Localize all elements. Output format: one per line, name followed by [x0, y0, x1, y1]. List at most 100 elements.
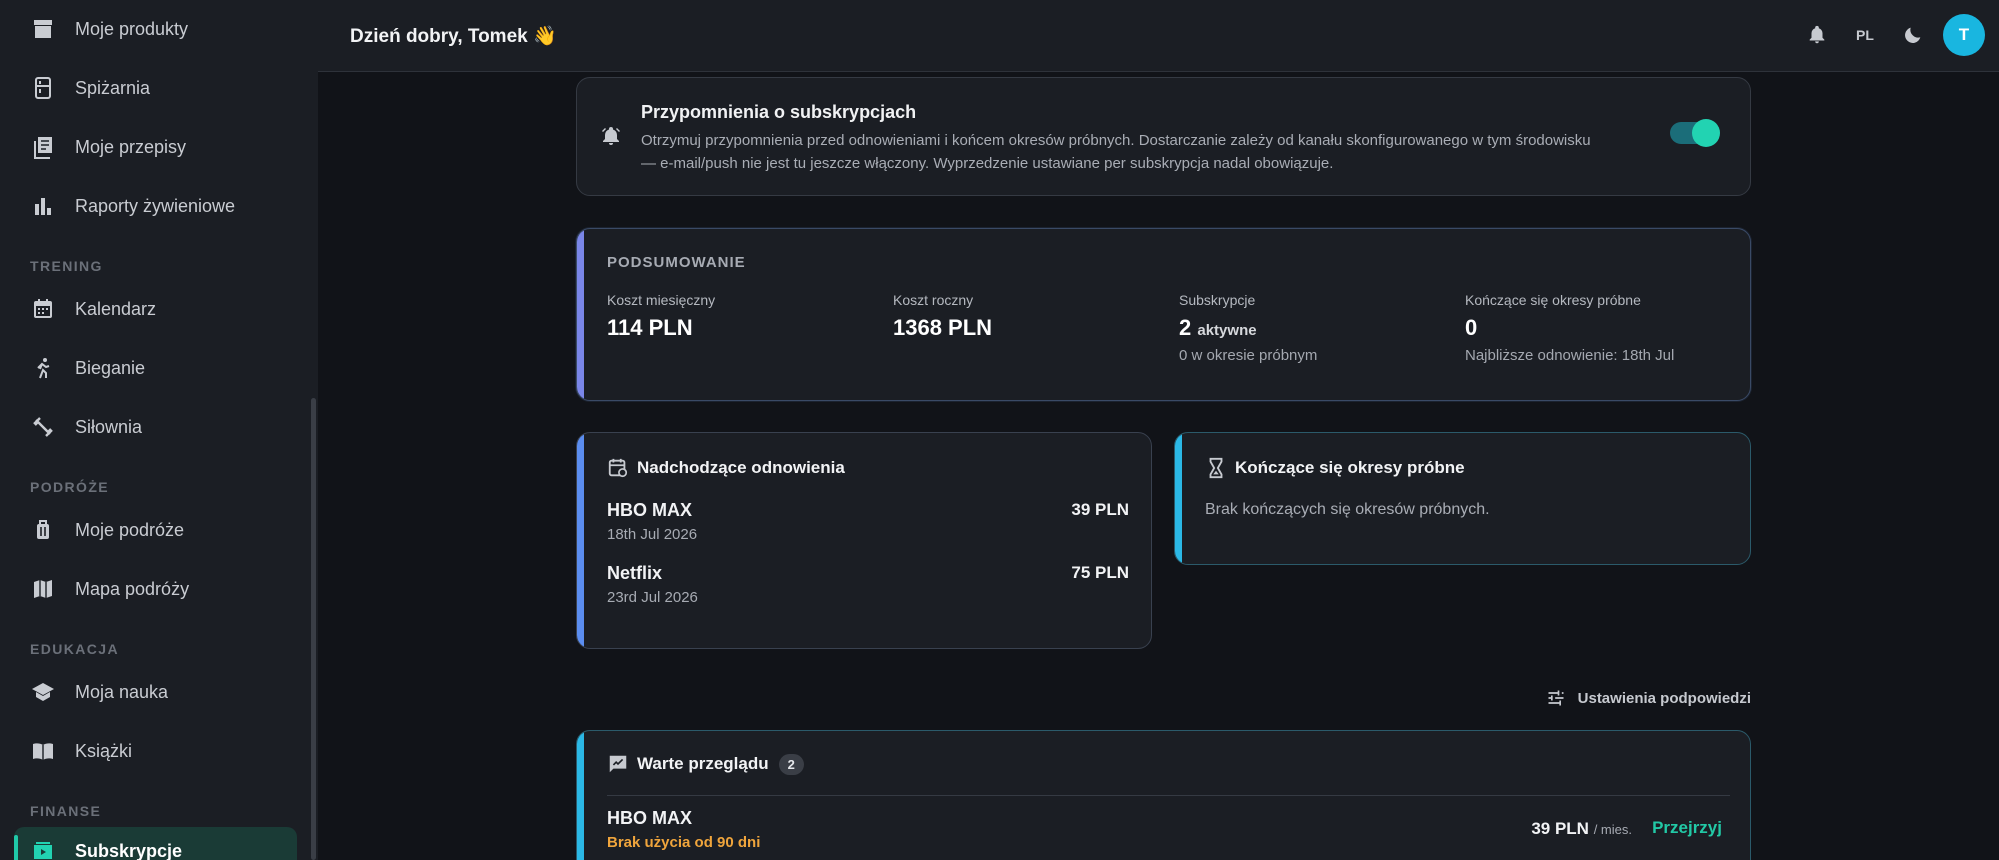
stat-label: Kończące się okresy próbne [1465, 292, 1641, 308]
theme-toggle-button[interactable] [1893, 15, 1933, 55]
sidebar-item-label: Moje podróże [75, 519, 185, 540]
reminders-title: Przypomnienia o subskrypcjach [641, 102, 917, 122]
stat-value: 2 aktywne [1179, 315, 1317, 341]
stat-label: Koszt miesięczny [607, 292, 716, 308]
price-period: / mies. [1593, 822, 1632, 837]
sidebar-scrollbar[interactable] [311, 398, 316, 860]
reminders-description: Otrzymuj przypomnienia przed odnowieniam… [641, 132, 1591, 172]
review-button[interactable]: Przejrzyj [1652, 818, 1722, 838]
archive-icon [30, 16, 56, 42]
worth-reviewing-title: Warte przeglądu [637, 754, 769, 773]
subs-active-label: aktywne [1197, 322, 1257, 339]
alarm-bell-icon [599, 124, 623, 153]
sidebar-item-learning[interactable]: Moja nauka [14, 668, 297, 716]
sidebar-item-label: Moje przepisy [75, 136, 187, 157]
book-icon [30, 738, 56, 764]
hint-settings-label: Ustawienia podpowiedzi [1577, 689, 1751, 707]
avatar[interactable]: T [1943, 14, 1985, 56]
sidebar-item-subscriptions[interactable]: Subskrypcje [14, 827, 297, 860]
renewal-row[interactable]: HBO MAX 18th Jul 2026 39 PLN [607, 500, 1129, 543]
section-title-education: EDUKACJA [30, 641, 119, 657]
subscriptions-icon [30, 838, 56, 860]
sidebar-item-label: Siłownia [75, 416, 143, 437]
sidebar-item-gym[interactable]: Siłownia [14, 403, 297, 451]
stat-value: 1368 PLN [893, 315, 993, 340]
sidebar-item-trips[interactable]: Moje podróże [14, 506, 297, 554]
renewal-price: 75 PLN [1071, 563, 1129, 582]
subscriptions-stat: Subskrypcje 2 aktywne 0 w okresie próbny… [1179, 292, 1317, 364]
subs-count: 2 [1179, 315, 1192, 340]
renewal-date: 18th Jul 2026 [607, 526, 698, 543]
renewal-row[interactable]: Netflix 23rd Jul 2026 75 PLN [607, 563, 1129, 606]
graduation-cap-icon [30, 679, 56, 705]
dumbbell-icon [30, 414, 56, 440]
notifications-button[interactable] [1797, 15, 1837, 55]
calendar-refresh-icon [608, 458, 628, 478]
sidebar-item-recipes[interactable]: Moje przepisy [14, 123, 297, 171]
top-header: Dzień dobry, Tomek 👋 PL T [318, 0, 1999, 72]
stat-value: 0 [1465, 315, 1478, 340]
pantry-icon [30, 75, 56, 101]
sidebar-item-label: Moja nauka [75, 681, 169, 702]
summary-title: PODSUMOWANIE [607, 254, 746, 271]
upcoming-renewals-title: Nadchodzące odnowienia [637, 458, 845, 477]
review-item-price: 39 PLN / mies. [1531, 819, 1632, 839]
review-item-warning: Brak użycia od 90 dni [607, 834, 761, 851]
ending-trials-stat: Kończące się okresy próbne 0 Najbliższe … [1465, 292, 1674, 364]
renewal-date: 23rd Jul 2026 [607, 589, 698, 606]
sliders-icon [1548, 690, 1564, 706]
section-title-travel: PODRÓŻE [30, 479, 110, 495]
renewal-name: Netflix [607, 563, 663, 583]
monthly-cost-stat: Koszt miesięczny 114 PLN [607, 292, 715, 341]
toggle-knob [1692, 119, 1720, 147]
stat-subtext: Najbliższe odnowienie: 18th Jul [1465, 347, 1675, 364]
bar-chart-icon [30, 193, 56, 219]
renewal-name: HBO MAX [607, 500, 692, 520]
bell-icon [1809, 25, 1825, 44]
sidebar-item-label: Spiżarnia [75, 77, 151, 98]
calendar-icon [30, 296, 56, 322]
recipes-icon [30, 134, 56, 160]
yearly-cost-stat: Koszt roczny 1368 PLN [893, 292, 992, 341]
worth-reviewing-card: Warte przeglądu 2 HBO MAX Brak użycia od… [576, 730, 1751, 860]
renewal-price: 39 PLN [1071, 500, 1129, 519]
ending-trials-card: Kończące się okresy próbne Brak kończący… [1174, 432, 1751, 565]
sidebar-item-travel-map[interactable]: Mapa podróży [14, 565, 297, 613]
sidebar-item-label: Książki [75, 740, 133, 761]
sidebar-item-label: Raporty żywieniowe [75, 195, 236, 216]
language-switch[interactable]: PL [1845, 15, 1885, 55]
count-badge: 2 [778, 753, 804, 775]
sidebar-item-label: Bieganie [75, 357, 146, 378]
reminders-card: Przypomnienia o subskrypcjach Otrzymuj p… [576, 77, 1751, 196]
sidebar-item-calendar[interactable]: Kalendarz [14, 285, 297, 333]
running-icon [30, 355, 56, 381]
reminders-toggle[interactable] [1670, 119, 1720, 147]
review-item-name: HBO MAX [607, 808, 692, 828]
section-title-training: TRENING [30, 258, 103, 274]
summary-card: PODSUMOWANIE Koszt miesięczny 114 PLN Ko… [576, 228, 1751, 401]
hourglass-icon [1209, 457, 1223, 479]
sidebar-item-label: Moje produkty [75, 18, 189, 39]
ending-trials-empty: Brak kończących się okresów próbnych. [1205, 501, 1490, 518]
review-icon [609, 755, 627, 773]
section-title-finance: FINANSE [30, 803, 102, 819]
sidebar-item-pantry[interactable]: Spiżarnia [14, 64, 297, 112]
stat-label: Subskrypcje [1179, 292, 1256, 308]
sidebar-item-books[interactable]: Książki [14, 727, 297, 775]
sidebar-item-products[interactable]: Moje produkty [14, 5, 297, 53]
sidebar-item-label: Mapa podróży [75, 578, 190, 599]
greeting: Dzień dobry, Tomek 👋 [350, 25, 557, 47]
price-value: 39 PLN [1531, 819, 1589, 838]
sidebar-item-running[interactable]: Bieganie [14, 344, 297, 392]
luggage-icon [30, 517, 56, 543]
stat-value: 114 PLN [607, 315, 693, 340]
map-icon [30, 576, 56, 602]
divider [607, 795, 1730, 796]
hint-settings-button[interactable]: Ustawienia podpowiedzi [1546, 688, 1751, 708]
sidebar-item-label: Kalendarz [75, 298, 157, 319]
stat-label: Koszt roczny [893, 292, 974, 308]
sidebar-item-nutrition-reports[interactable]: Raporty żywieniowe [14, 182, 297, 230]
upcoming-renewals-card: Nadchodzące odnowienia HBO MAX 18th Jul … [576, 432, 1152, 649]
moon-icon [1905, 27, 1921, 43]
sidebar: Moje produkty Spiżarnia Moje przepisy Ra… [0, 0, 318, 860]
